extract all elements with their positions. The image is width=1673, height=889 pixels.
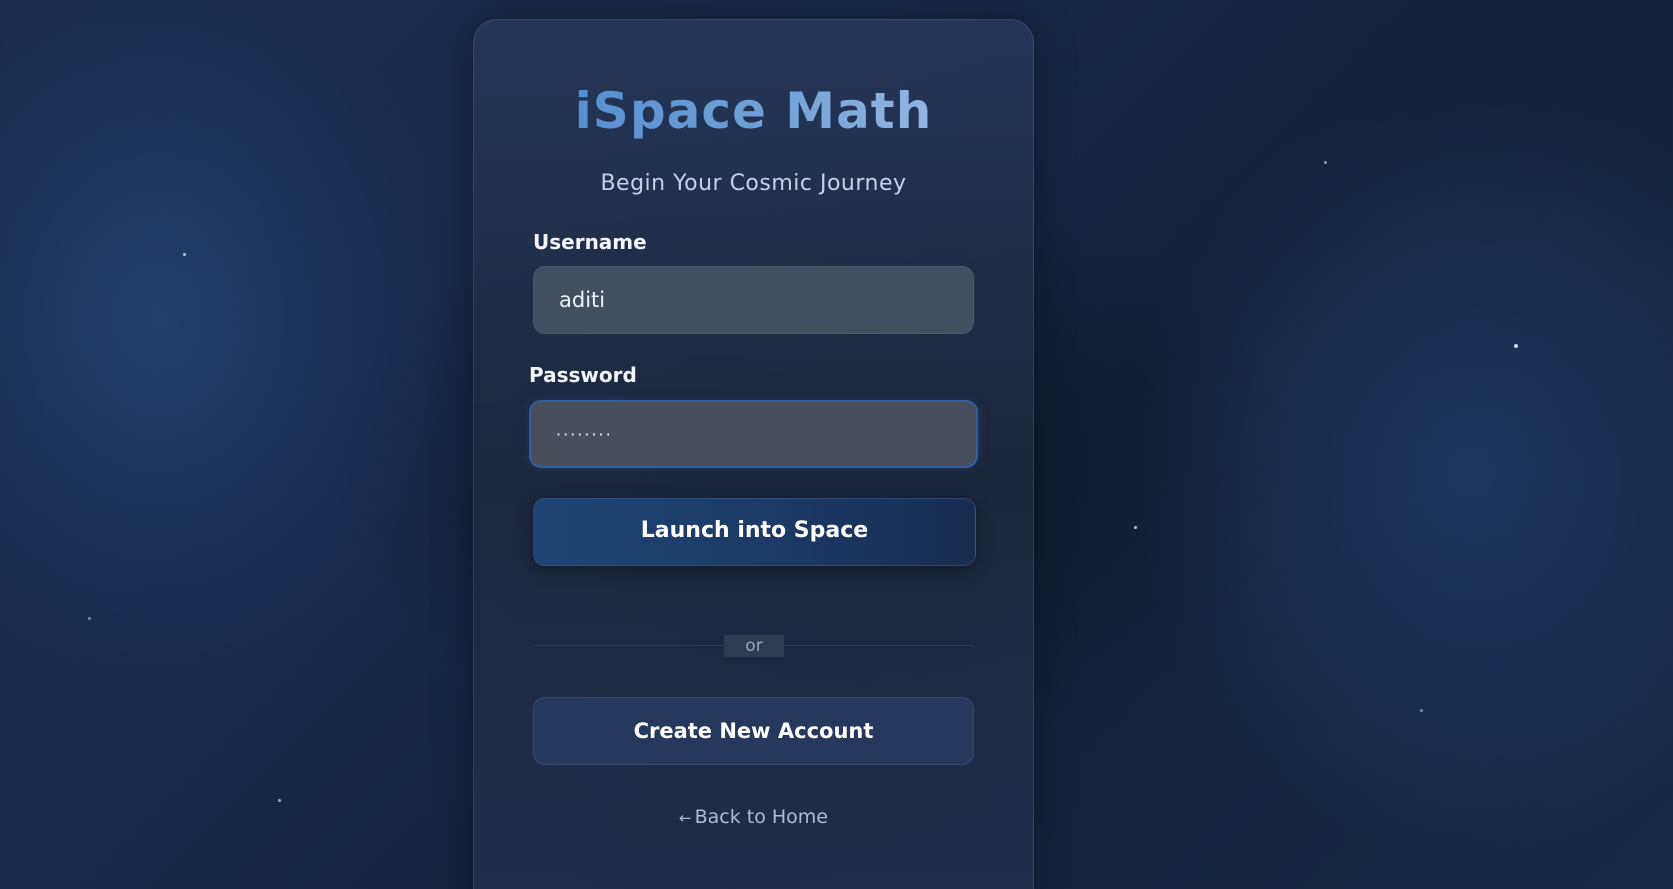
- app-title: iSpace Math: [474, 82, 1033, 140]
- star: [1420, 709, 1423, 712]
- app-subtitle: Begin Your Cosmic Journey: [600, 171, 907, 196]
- back-to-home-label: Back to Home: [694, 806, 828, 828]
- password-label: Password: [529, 363, 637, 387]
- star: [278, 799, 281, 802]
- launch-button[interactable]: Launch into Space: [533, 498, 976, 566]
- login-card: iSpace Math Begin Your Cosmic Journey Us…: [473, 19, 1034, 889]
- create-account-button[interactable]: Create New Account: [533, 697, 974, 765]
- password-input[interactable]: [529, 400, 978, 468]
- username-input[interactable]: [533, 266, 974, 334]
- star: [1324, 161, 1327, 164]
- or-separator: or: [724, 635, 784, 657]
- star: [183, 253, 186, 256]
- star: [1514, 344, 1518, 348]
- arrow-left-icon: ←: [679, 809, 692, 827]
- back-to-home-link[interactable]: ← Back to Home: [474, 806, 1033, 828]
- star: [1134, 526, 1137, 529]
- username-label: Username: [533, 230, 647, 254]
- star: [88, 617, 91, 620]
